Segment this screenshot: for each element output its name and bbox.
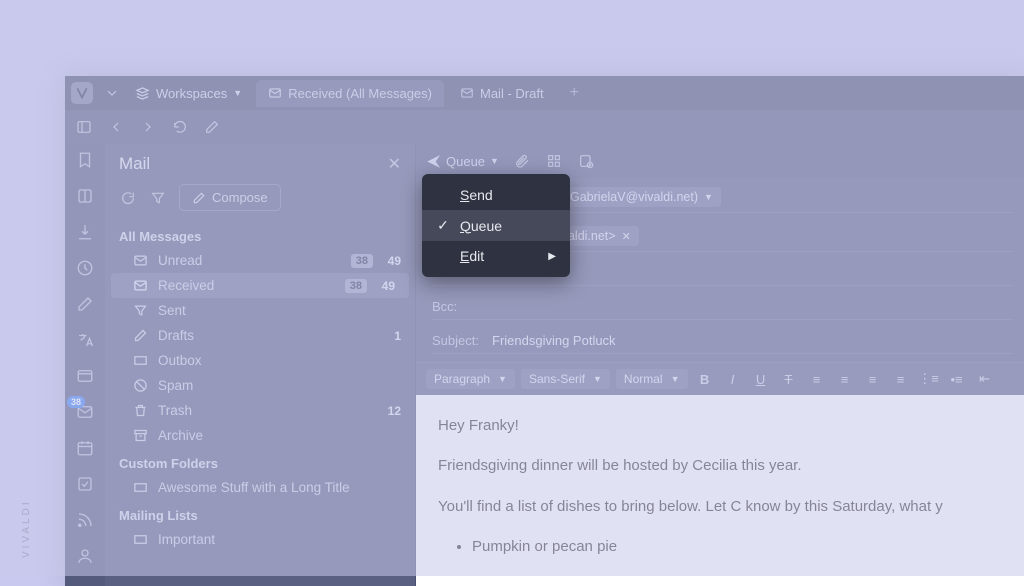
remove-chip-icon[interactable]: ✕ xyxy=(622,230,631,243)
tasks-icon[interactable] xyxy=(75,474,95,494)
underline-button[interactable]: U xyxy=(750,369,772,389)
italic-button[interactable]: I xyxy=(722,369,744,389)
tab-received[interactable]: Received (All Messages) xyxy=(256,80,444,107)
app-window: Workspaces ▼ Received (All Messages) Mai… xyxy=(65,76,1024,586)
strike-button[interactable]: T xyxy=(778,369,800,389)
format-font[interactable]: Sans-Serif▼ xyxy=(521,369,610,389)
submenu-arrow-icon: ▶ xyxy=(548,251,556,262)
feeds-icon[interactable] xyxy=(75,510,95,530)
workspaces-label: Workspaces xyxy=(156,86,227,101)
align-justify-icon[interactable]: ≡ xyxy=(890,369,912,389)
attachment-icon[interactable] xyxy=(513,152,531,170)
nav-toolbar xyxy=(65,110,1024,144)
list-ordered-icon[interactable]: ⋮≡ xyxy=(918,369,940,389)
queue-button[interactable]: Queue ▼ xyxy=(426,154,499,169)
format-toolbar: Paragraph▼ Sans-Serif▼ Normal▼ B I U T ≡… xyxy=(416,362,1024,395)
align-right-icon[interactable]: ≡ xyxy=(862,369,884,389)
sidebar-item-outbox[interactable]: Outbox xyxy=(105,348,415,373)
sidebar-title: Mail xyxy=(119,154,150,174)
history-icon[interactable] xyxy=(75,258,95,278)
queue-dropdown: Send ✓ Queue Edit ▶ xyxy=(422,174,570,277)
align-left-icon[interactable]: ≡ xyxy=(806,369,828,389)
tab-draft[interactable]: Mail - Draft xyxy=(448,80,556,107)
vivaldi-watermark: VIVALDI xyxy=(21,499,32,558)
refresh-icon[interactable] xyxy=(119,189,137,207)
sidebar-item-important[interactable]: Important xyxy=(105,527,415,552)
from-chip[interactable]: GabrielaV@vivaldi.net) ▼ xyxy=(562,187,721,207)
menu-queue[interactable]: ✓ Queue xyxy=(422,210,570,241)
body-p2: You'll find a list of dishes to bring be… xyxy=(438,494,1008,520)
back-icon[interactable] xyxy=(107,118,125,136)
format-size[interactable]: Normal▼ xyxy=(616,369,688,389)
reload-icon[interactable] xyxy=(171,118,189,136)
panel-toggle-icon[interactable] xyxy=(75,118,93,136)
section-all: All Messages xyxy=(105,221,415,248)
bcc-field[interactable]: Bcc: xyxy=(432,294,1014,320)
bookmark-icon[interactable] xyxy=(75,150,95,170)
sidebar-item-spam[interactable]: Spam xyxy=(105,373,415,398)
list-unordered-icon[interactable]: •≡ xyxy=(946,369,968,389)
compose-button[interactable]: Compose xyxy=(179,184,281,211)
vivaldi-logo[interactable] xyxy=(71,82,93,104)
forward-icon[interactable] xyxy=(139,118,157,136)
sidebar-item-trash[interactable]: Trash 12 xyxy=(105,398,415,423)
compose-toolbar: Queue ▼ Send ✓ Queue xyxy=(416,144,1024,178)
notes-icon[interactable] xyxy=(75,294,95,314)
downloads-icon[interactable] xyxy=(75,222,95,242)
menu-edit[interactable]: Edit ▶ xyxy=(422,241,570,271)
section-mailing: Mailing Lists xyxy=(105,500,415,527)
side-rail: 38 xyxy=(65,144,105,586)
bold-button[interactable]: B xyxy=(694,369,716,389)
tab-label: Mail - Draft xyxy=(480,86,544,101)
section-custom: Custom Folders xyxy=(105,448,415,475)
sidebar-item-sent[interactable]: Sent xyxy=(105,298,415,323)
mail-rail-icon[interactable]: 38 xyxy=(75,402,95,422)
outdent-icon[interactable]: ⇤ xyxy=(974,369,996,389)
body-p1: Friendsgiving dinner will be hosted by C… xyxy=(438,453,1008,479)
reading-icon[interactable] xyxy=(75,186,95,206)
translate-icon[interactable] xyxy=(75,330,95,350)
calendar-icon[interactable] xyxy=(75,438,95,458)
tab-bar: Workspaces ▼ Received (All Messages) Mai… xyxy=(65,76,1024,110)
sidebar-item-received[interactable]: Received 38 49 xyxy=(111,273,409,298)
body-li1: Pumpkin or pecan pie xyxy=(472,534,1008,560)
filter-icon[interactable] xyxy=(149,189,167,207)
new-tab-button[interactable]: + xyxy=(560,78,589,108)
compose-pane: Queue ▼ Send ✓ Queue xyxy=(415,144,1024,586)
app-body: 38 Mail ✕ Compose All Messages xyxy=(65,144,1024,586)
subject-value: Friendsgiving Potluck xyxy=(492,333,616,348)
subject-field[interactable]: Subject: Friendsgiving Potluck xyxy=(432,328,1014,354)
tab-label: Received (All Messages) xyxy=(288,86,432,101)
close-icon[interactable]: ✕ xyxy=(388,154,401,174)
menu-send[interactable]: Send xyxy=(422,180,570,210)
window-icon[interactable] xyxy=(75,366,95,386)
workspaces-button[interactable]: Workspaces ▼ xyxy=(125,82,252,105)
compose-icon[interactable] xyxy=(203,118,221,136)
sidebar-item-drafts[interactable]: Drafts 1 xyxy=(105,323,415,348)
sidebar-item-archive[interactable]: Archive xyxy=(105,423,415,448)
mail-badge: 38 xyxy=(67,396,85,408)
sidebar-item-unread[interactable]: Unread 38 49 xyxy=(105,248,415,273)
format-paragraph[interactable]: Paragraph▼ xyxy=(426,369,515,389)
align-center-icon[interactable]: ≡ xyxy=(834,369,856,389)
mail-sidebar: Mail ✕ Compose All Messages Unread 38 49 xyxy=(105,144,415,586)
compose-label: Compose xyxy=(212,190,268,205)
body-greeting: Hey Franky! xyxy=(438,413,1008,439)
message-body[interactable]: Hey Franky! Friendsgiving dinner will be… xyxy=(416,395,1024,586)
discard-icon[interactable] xyxy=(577,152,595,170)
sidebar-item-awesome[interactable]: Awesome Stuff with a Long Title xyxy=(105,475,415,500)
chevron-down-icon[interactable] xyxy=(103,84,121,102)
contacts-icon[interactable] xyxy=(75,546,95,566)
options-icon[interactable] xyxy=(545,152,563,170)
